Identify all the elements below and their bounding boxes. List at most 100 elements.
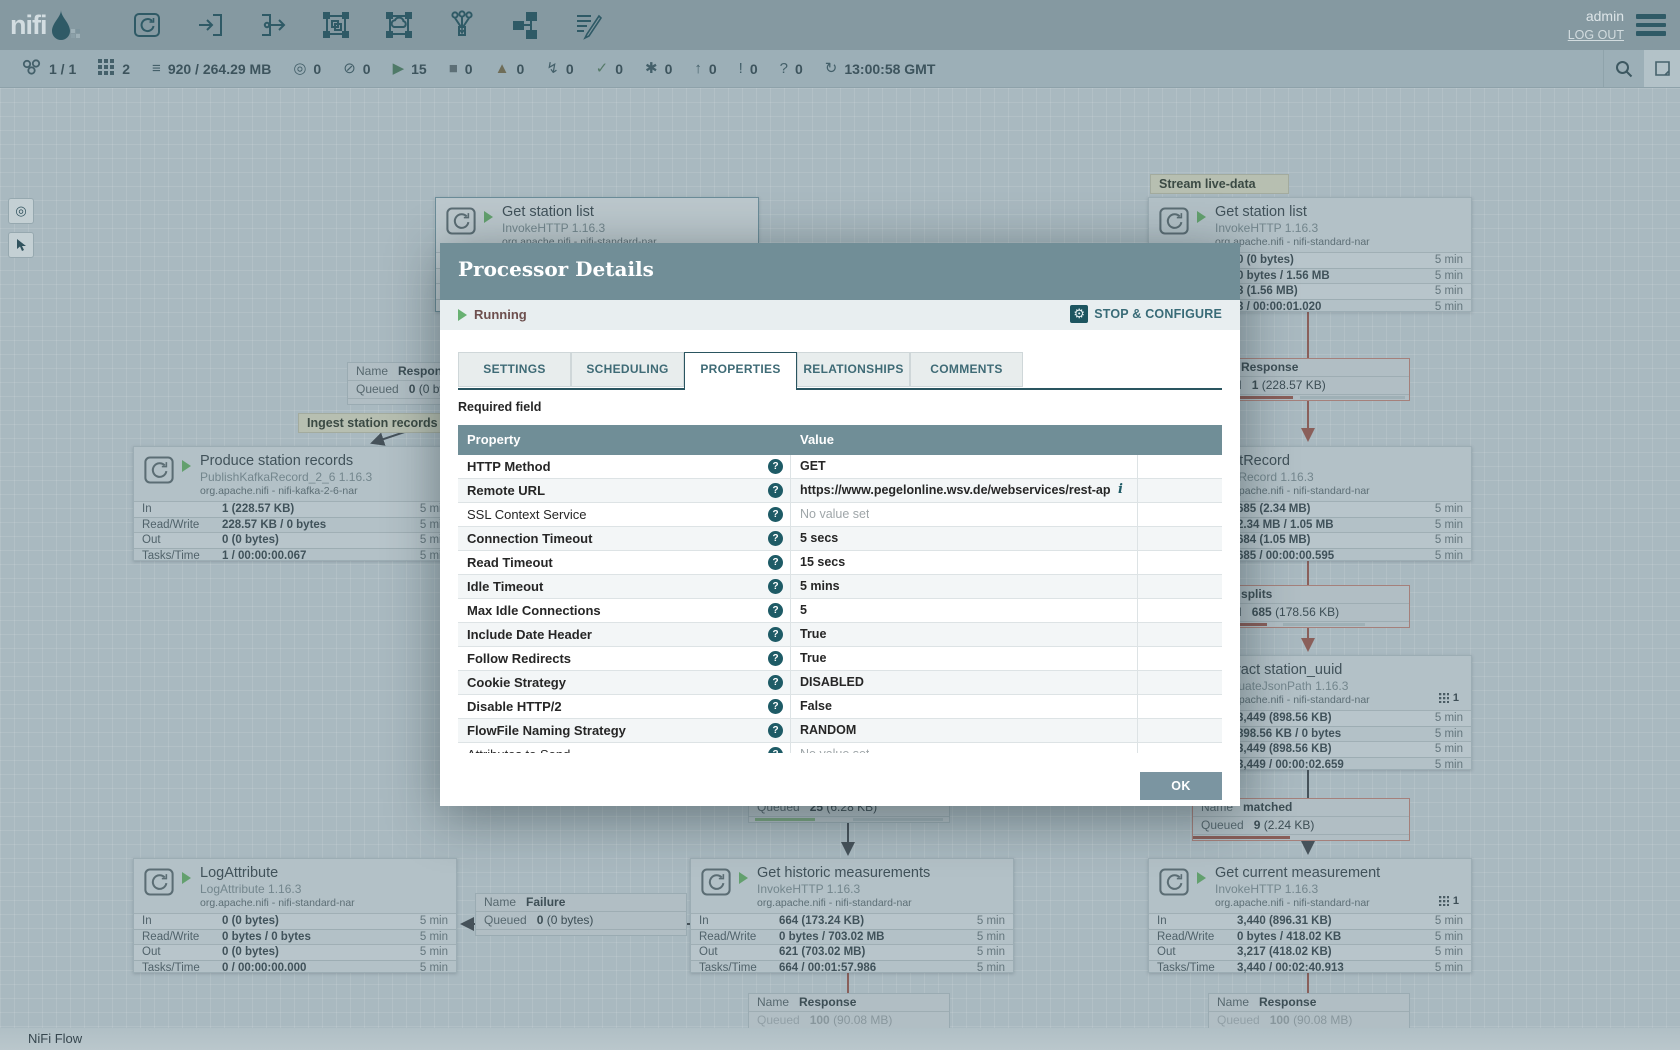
processor-icon — [142, 865, 176, 904]
tab-relationships[interactable]: RELATIONSHIPS — [797, 352, 910, 387]
tab-scheduling[interactable]: SCHEDULING — [571, 352, 684, 387]
property-name: Idle Timeout — [467, 579, 543, 594]
status-running: ▶15 — [393, 61, 427, 77]
property-row[interactable]: Max Idle Connections? 5 — [458, 599, 1222, 623]
help-icon[interactable]: ? — [768, 651, 783, 666]
help-icon[interactable]: ? — [768, 603, 783, 618]
help-icon[interactable]: ? — [768, 747, 783, 753]
process-group-component-icon[interactable] — [319, 8, 353, 42]
property-row[interactable]: Remote URL?https://www.pegelonline.wsv.d… — [458, 479, 1222, 503]
connection-label[interactable]: NameFailureQueued0 (0 bytes) — [475, 893, 687, 936]
property-row[interactable]: Include Date Header?True — [458, 623, 1222, 647]
navigate-palette-icon[interactable]: ◎ — [8, 198, 34, 224]
running-icon — [182, 460, 191, 472]
logout-link[interactable]: LOG OUT — [1568, 28, 1624, 42]
tab-settings[interactable]: SETTINGS — [458, 352, 571, 387]
canvas-label[interactable]: Stream live-data — [1150, 174, 1289, 194]
help-icon[interactable]: ? — [768, 579, 783, 594]
property-value[interactable]: 5 mins — [800, 579, 840, 593]
processor-stat-row: Read/Write0 bytes / 0 bytes5 min — [134, 929, 456, 945]
property-value[interactable]: DISABLED — [800, 675, 864, 689]
property-value[interactable]: 15 secs — [800, 555, 845, 569]
processor-node[interactable]: LogAttributeLogAttribute 1.16.3org.apach… — [133, 858, 457, 973]
property-value[interactable]: GET — [800, 459, 826, 473]
tab-properties[interactable]: PROPERTIES — [684, 352, 797, 390]
status-threads: 1 / 1 — [22, 59, 76, 78]
property-row[interactable]: Idle Timeout? 5 mins — [458, 575, 1222, 599]
breadcrumb[interactable]: NiFi Flow — [28, 1031, 82, 1046]
input-port-component-icon[interactable] — [193, 8, 227, 42]
property-row[interactable]: HTTP Method?GET — [458, 455, 1222, 479]
property-name: Cookie Strategy — [467, 675, 566, 690]
property-name: Max Idle Connections — [467, 603, 601, 618]
help-icon[interactable]: ? — [768, 675, 783, 690]
status-cluster-grid-value: 2 — [122, 61, 130, 77]
property-value-empty[interactable]: No value set — [800, 747, 869, 753]
property-row[interactable]: FlowFile Naming Strategy?RANDOM — [458, 719, 1222, 743]
label-component-icon[interactable] — [571, 8, 605, 42]
processor-node[interactable]: Get historic measurementsInvokeHTTP 1.16… — [690, 858, 1014, 973]
processor-stats: In0 (0 bytes)5 minRead/Write0 bytes / 0 … — [134, 913, 456, 976]
property-value[interactable]: 5 — [800, 603, 807, 617]
birdseye-toggle-icon[interactable] — [1644, 50, 1680, 87]
processor-name: Get historic measurements — [757, 865, 930, 881]
processor-node[interactable]: Produce station recordsPublishKafkaRecor… — [133, 446, 457, 561]
help-icon[interactable]: ? — [768, 507, 783, 522]
property-value[interactable]: False — [800, 699, 832, 713]
help-icon[interactable]: ? — [768, 723, 783, 738]
property-row[interactable]: Disable HTTP/2?False — [458, 695, 1222, 719]
operate-palette-icon[interactable] — [8, 232, 34, 258]
stale-icon: ↑ — [694, 61, 702, 76]
processor-node[interactable]: Get current measurementInvokeHTTP 1.16.3… — [1148, 858, 1472, 973]
canvas-label[interactable]: Ingest station records — [298, 413, 447, 433]
status-cluster-grid: 2 — [98, 59, 130, 79]
status-locally-modified-stale: !0 — [739, 61, 758, 77]
help-icon[interactable]: ? — [768, 555, 783, 570]
property-value[interactable]: https://www.pegelonline.wsv.de/webservic… — [800, 483, 1110, 497]
queued-icon: ≡ — [152, 61, 161, 76]
property-value[interactable]: True — [800, 651, 826, 665]
status-queued: ≡ 920 / 264.29 MB — [152, 61, 271, 77]
not-transmitting-icon: ⊘ — [343, 61, 356, 76]
property-row[interactable]: Follow Redirects? True — [458, 647, 1222, 671]
help-icon[interactable]: ? — [768, 483, 783, 498]
property-row[interactable]: Read Timeout?15 secs — [458, 551, 1222, 575]
status-refresh-value: 13:00:58 GMT — [844, 61, 935, 77]
processor-name: Get station list — [1215, 204, 1307, 220]
property-row[interactable]: Cookie Strategy? DISABLED — [458, 671, 1222, 695]
processor-stat-row: Tasks/Time3,440 / 00:02:40.9135 min — [1149, 960, 1471, 976]
help-icon[interactable]: ? — [768, 627, 783, 642]
property-row[interactable]: Connection Timeout? 5 secs — [458, 527, 1222, 551]
funnel-component-icon[interactable] — [445, 8, 479, 42]
property-value[interactable]: 5 secs — [800, 531, 838, 545]
status-invalid: ▲0 — [495, 61, 525, 77]
status-queued-value: 920 / 264.29 MB — [168, 61, 272, 77]
required-field-label: Required field — [458, 400, 541, 414]
property-value-empty[interactable]: No value set — [800, 507, 869, 521]
tab-comments[interactable]: COMMENTS — [910, 352, 1023, 387]
property-value[interactable]: RANDOM — [800, 723, 856, 737]
property-name: Follow Redirects — [467, 651, 571, 666]
property-name: SSL Context Service — [467, 507, 586, 522]
status-locally-modified-value: 0 — [665, 61, 673, 77]
property-value[interactable]: True — [800, 627, 826, 641]
processor-stat-row: Tasks/Time664 / 00:01:57.9865 min — [691, 960, 1013, 976]
info-icon[interactable]: i — [1118, 482, 1123, 497]
property-row[interactable]: SSL Context Service? No value set — [458, 503, 1222, 527]
template-component-icon[interactable] — [508, 8, 542, 42]
property-row[interactable]: Attributes to Send?No value set — [458, 743, 1222, 753]
help-icon[interactable]: ? — [768, 699, 783, 714]
locally-modified-icon: ✱ — [645, 61, 658, 76]
global-menu-icon[interactable] — [1636, 14, 1666, 40]
output-port-component-icon[interactable] — [256, 8, 290, 42]
help-icon[interactable]: ? — [768, 459, 783, 474]
help-icon[interactable]: ? — [768, 531, 783, 546]
ok-button[interactable]: OK — [1140, 772, 1222, 800]
remote-process-group-component-icon[interactable] — [382, 8, 416, 42]
search-icon[interactable] — [1603, 50, 1644, 87]
processor-icon — [142, 453, 176, 492]
task-count-badge: 1 — [1439, 692, 1459, 704]
stop-and-configure-button[interactable]: ⚙ STOP & CONFIGURE — [1070, 305, 1222, 323]
property-name: Connection Timeout — [467, 531, 592, 546]
processor-component-icon[interactable] — [130, 8, 164, 42]
